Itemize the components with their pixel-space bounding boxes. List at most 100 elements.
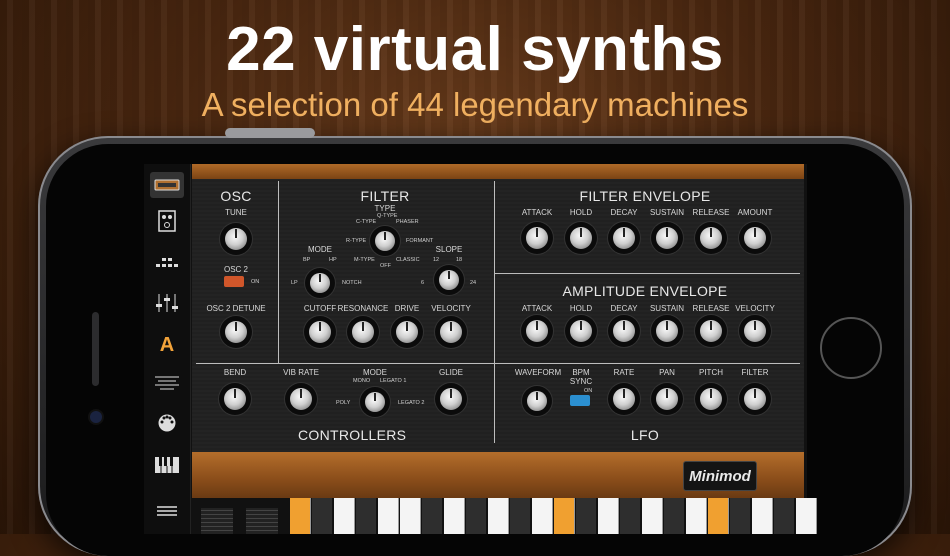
module-icon[interactable]	[150, 208, 184, 234]
home-button[interactable]	[820, 317, 882, 379]
lfo-pan-knob[interactable]	[656, 388, 678, 410]
piano-key[interactable]	[378, 498, 399, 534]
slope-24-label: 24	[470, 280, 477, 286]
osc2-detune-knob[interactable]	[225, 321, 247, 343]
fe-hold-knob[interactable]	[570, 227, 592, 249]
piano-key[interactable]	[466, 498, 487, 534]
fe-amount-knob[interactable]	[744, 227, 766, 249]
lfo-rate-knob[interactable]	[613, 388, 635, 410]
piano-key[interactable]	[796, 498, 817, 534]
ae-hold-knob[interactable]	[570, 320, 592, 342]
ae-attack-knob[interactable]	[526, 320, 548, 342]
waveform-knob[interactable]	[527, 391, 547, 411]
divider	[278, 181, 279, 363]
piano-key[interactable]	[488, 498, 509, 534]
midi-icon[interactable]	[150, 410, 184, 436]
lfo-pitch-label: PITCH	[699, 368, 723, 377]
c-type-label: C-TYPE	[356, 219, 377, 225]
piano-key[interactable]	[334, 498, 355, 534]
pitch-wheel[interactable]	[201, 508, 233, 534]
menu-icon[interactable]	[150, 498, 184, 524]
slope-12-label: 12	[433, 257, 440, 263]
fe-attack-knob[interactable]	[526, 227, 548, 249]
ae-sustain-knob[interactable]	[656, 320, 678, 342]
filter-velocity-knob[interactable]	[440, 321, 462, 343]
slope-18-label: 18	[456, 257, 463, 263]
glide-label: GLIDE	[438, 368, 464, 377]
hero-title: 22 virtual synths	[226, 15, 724, 84]
filter-title: FILTER	[360, 188, 410, 204]
tune-label: TUNE	[225, 208, 247, 217]
piano-key[interactable]	[686, 498, 707, 534]
wood-rail-top	[192, 164, 804, 179]
arpeggiator-icon[interactable]: A	[150, 332, 184, 358]
phone-volume-button	[225, 128, 315, 138]
filter-type-label: TYPE	[374, 204, 396, 213]
phaser-label: PHASER	[396, 219, 419, 225]
poly-label: POLY	[336, 400, 351, 406]
piano-key[interactable]	[554, 498, 575, 534]
piano-key[interactable]	[422, 498, 443, 534]
piano-key[interactable]	[774, 498, 795, 534]
piano-key[interactable]	[752, 498, 773, 534]
fe-amount-label: AMOUNT	[737, 208, 773, 217]
divider	[494, 273, 800, 274]
sequencer-icon[interactable]	[150, 250, 184, 276]
piano-key[interactable]	[444, 498, 465, 534]
legato2-label: LEGATO 2	[398, 400, 425, 406]
cutoff-knob[interactable]	[309, 321, 331, 343]
mixer-icon[interactable]	[150, 290, 184, 316]
osc2-on-label: ON	[251, 279, 260, 285]
mono-label: MONO	[353, 378, 371, 384]
lfo-filter-label: FILTER	[741, 368, 769, 377]
ae-attack-label: ATTACK	[521, 304, 553, 313]
fe-decay-knob[interactable]	[613, 227, 635, 249]
keyboard-icon[interactable]	[150, 452, 184, 478]
bend-knob[interactable]	[224, 388, 246, 410]
piano-key[interactable]	[290, 498, 311, 534]
piano-key[interactable]	[664, 498, 685, 534]
ae-velocity-knob[interactable]	[744, 320, 766, 342]
fe-attack-label: ATTACK	[521, 208, 553, 217]
piano-key[interactable]	[598, 498, 619, 534]
ae-sustain-label: SUSTAIN	[649, 304, 685, 313]
synth-icon[interactable]	[150, 172, 184, 198]
controllers-title: CONTROLLERS	[298, 427, 407, 443]
filter-mode-knob[interactable]	[310, 273, 330, 293]
filter-type-knob[interactable]	[375, 231, 395, 251]
lfo-pitch-knob[interactable]	[700, 388, 722, 410]
divider	[494, 181, 495, 443]
ctrl-mode-knob[interactable]	[365, 392, 385, 412]
bp-label: BP	[303, 257, 311, 263]
slope-knob[interactable]	[439, 270, 459, 290]
piano-key[interactable]	[510, 498, 531, 534]
piano-key[interactable]	[620, 498, 641, 534]
ae-release-knob[interactable]	[700, 320, 722, 342]
osc2-toggle[interactable]	[224, 276, 244, 287]
piano-key[interactable]	[312, 498, 333, 534]
drive-knob[interactable]	[396, 321, 418, 343]
classic-label: CLASSIC	[396, 257, 420, 263]
vib-rate-knob[interactable]	[290, 388, 312, 410]
bpm-sync-toggle[interactable]	[570, 395, 590, 406]
piano-key[interactable]	[400, 498, 421, 534]
ae-decay-knob[interactable]	[613, 320, 635, 342]
fe-sustain-knob[interactable]	[656, 227, 678, 249]
fe-hold-label: HOLD	[569, 208, 593, 217]
piano-key[interactable]	[708, 498, 729, 534]
resonance-knob[interactable]	[352, 321, 374, 343]
q-type-label: Q-TYPE	[377, 213, 398, 219]
lines-icon[interactable]	[150, 370, 184, 396]
osc2-detune-label: OSC 2 DETUNE	[206, 304, 266, 313]
piano-key[interactable]	[532, 498, 553, 534]
piano-key[interactable]	[642, 498, 663, 534]
glide-knob[interactable]	[440, 388, 462, 410]
piano-key[interactable]	[576, 498, 597, 534]
piano-key[interactable]	[730, 498, 751, 534]
mod-wheel[interactable]	[246, 508, 278, 534]
fe-release-knob[interactable]	[700, 227, 722, 249]
piano-key[interactable]	[356, 498, 377, 534]
tune-knob[interactable]	[225, 228, 247, 250]
vib-rate-label: VIB RATE	[283, 368, 319, 377]
lfo-filter-knob[interactable]	[744, 388, 766, 410]
